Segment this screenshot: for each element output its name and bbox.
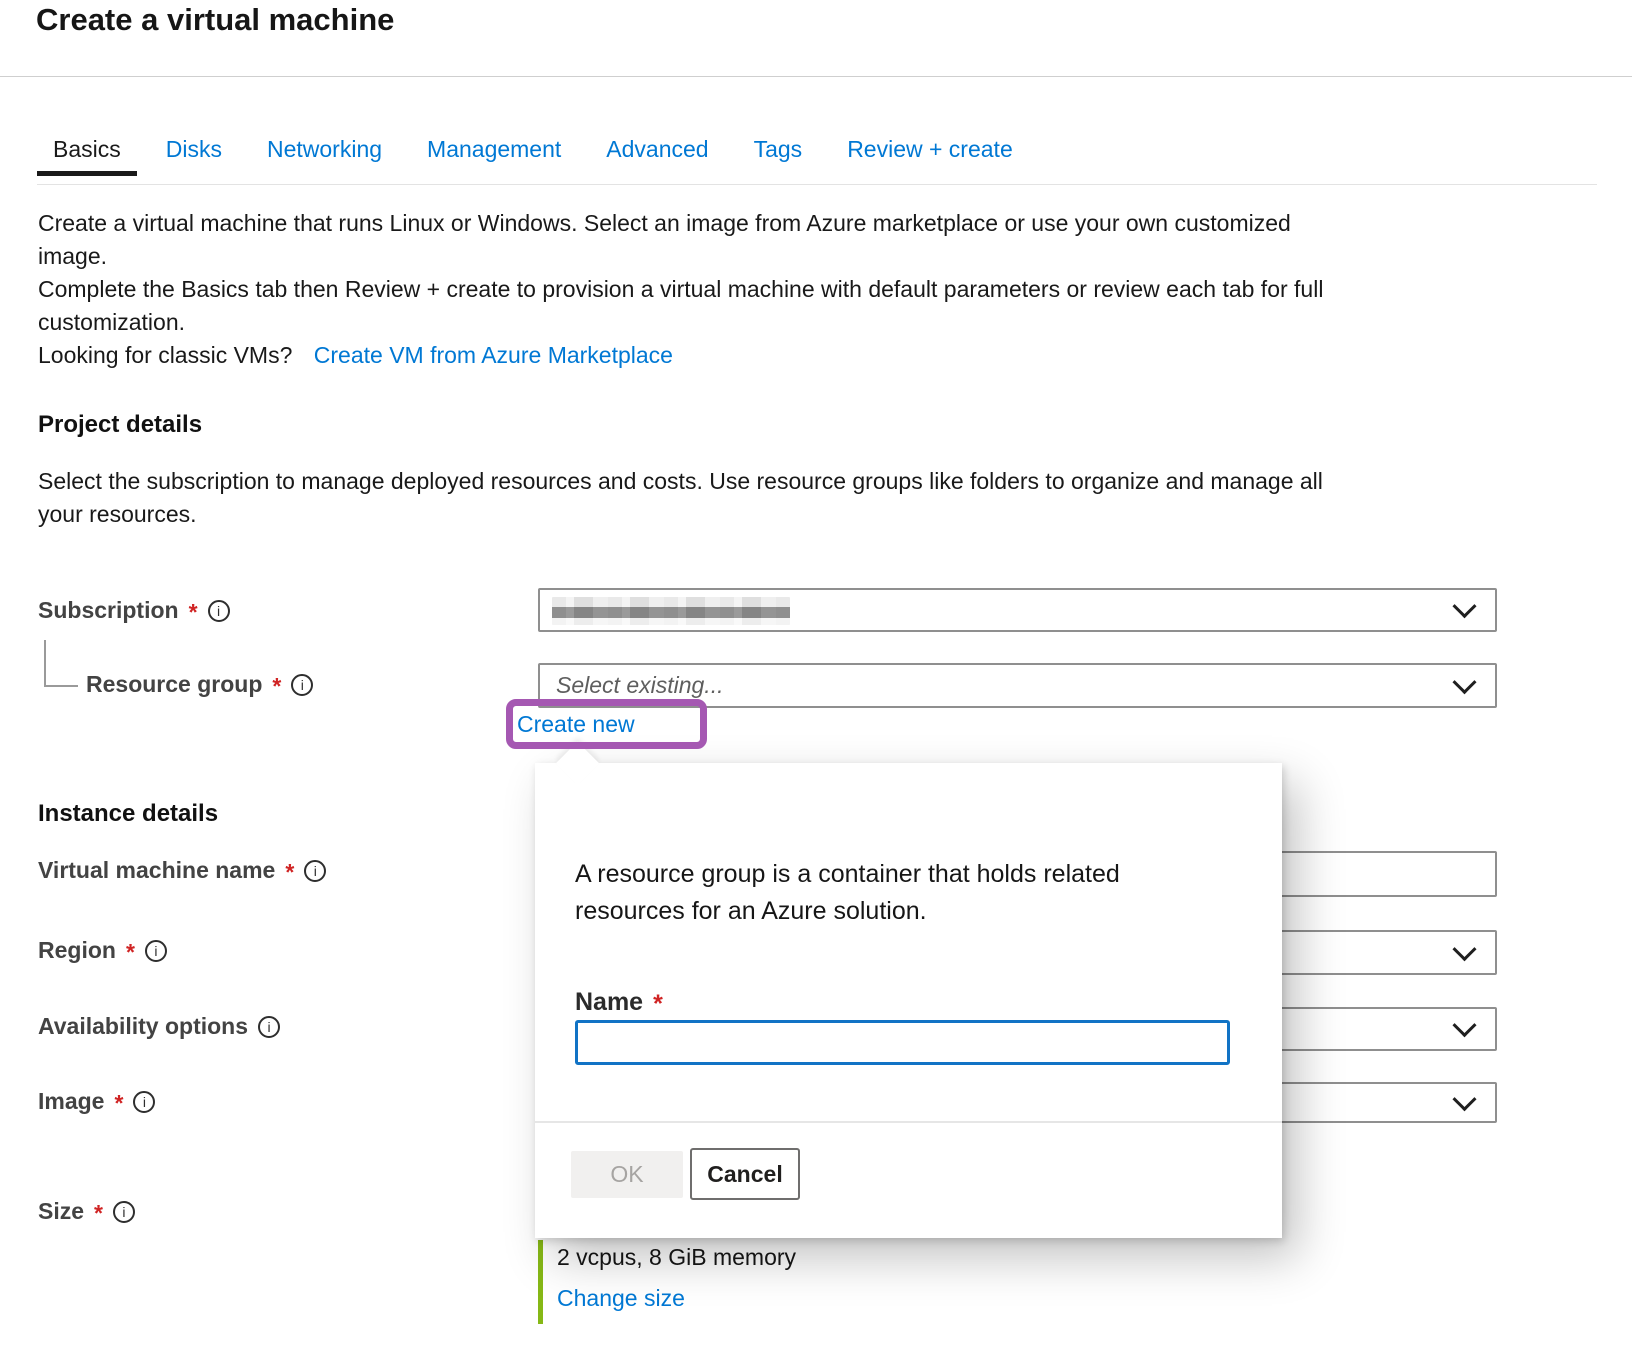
resource-group-label: Resource group * i [86, 671, 313, 698]
info-icon[interactable]: i [291, 674, 313, 696]
required-marker: * [94, 1200, 103, 1227]
tab-tags[interactable]: Tags [738, 128, 819, 176]
tab-disks[interactable]: Disks [150, 128, 238, 176]
availability-options-label: Availability options i [38, 1013, 280, 1040]
name-label: Name * [575, 988, 663, 1017]
required-marker: * [126, 939, 135, 966]
project-details-description: Select the subscription to manage deploy… [38, 465, 1323, 531]
classic-vms-prompt: Looking for classic VMs? [38, 342, 292, 368]
intro-line: Create a virtual machine that runs Linux… [38, 207, 1323, 240]
intro-line: customization. [38, 306, 1323, 339]
info-icon[interactable]: i [133, 1091, 155, 1113]
tab-advanced[interactable]: Advanced [590, 128, 724, 176]
subscription-label: Subscription * i [38, 597, 230, 624]
tab-basics[interactable]: Basics [37, 128, 137, 176]
tab-bar: Basics Disks Networking Management Advan… [37, 128, 1029, 176]
title-divider [0, 76, 1632, 77]
create-resource-group-dialog: A resource group is a container that hol… [535, 763, 1282, 1238]
hierarchy-connector-vertical [44, 640, 46, 687]
annotation-highlight-box [506, 699, 707, 749]
chevron-down-icon [1452, 1087, 1476, 1111]
image-label: Image * i [38, 1088, 155, 1115]
subscription-dropdown[interactable] [538, 588, 1497, 632]
required-marker: * [285, 859, 294, 886]
instance-details-heading: Instance details [38, 800, 218, 828]
dialog-description: A resource group is a container that hol… [575, 856, 1120, 930]
required-marker: * [272, 673, 281, 700]
intro-classic-row: Looking for classic VMs? Create VM from … [38, 339, 1323, 372]
project-details-heading: Project details [38, 411, 202, 439]
chevron-down-icon [1452, 1013, 1476, 1037]
tab-review-create[interactable]: Review + create [831, 128, 1029, 176]
tab-management[interactable]: Management [411, 128, 577, 176]
intro-line: image. [38, 240, 1323, 273]
vm-name-label: Virtual machine name * i [38, 857, 326, 884]
subscription-value-redacted [552, 597, 790, 625]
required-marker: * [189, 599, 198, 626]
info-icon[interactable]: i [304, 860, 326, 882]
size-label: Size * i [38, 1198, 135, 1225]
page-title: Create a virtual machine [36, 2, 394, 38]
chevron-down-icon [1452, 937, 1476, 961]
region-label: Region * i [38, 937, 167, 964]
required-marker: * [653, 990, 663, 1019]
required-marker: * [114, 1090, 123, 1117]
tabs-divider [37, 184, 1597, 185]
dialog-footer-divider [535, 1121, 1282, 1123]
create-vm-marketplace-link[interactable]: Create VM from Azure Marketplace [314, 342, 673, 368]
create-vm-page: Create a virtual machine Basics Disks Ne… [0, 0, 1632, 1368]
size-accent-bar [538, 1240, 543, 1324]
size-summary: 2 vcpus, 8 GiB memory [557, 1244, 796, 1271]
intro-line: Complete the Basics tab then Review + cr… [38, 273, 1323, 306]
info-icon[interactable]: i [208, 600, 230, 622]
intro-text: Create a virtual machine that runs Linux… [38, 207, 1323, 372]
cancel-button[interactable]: Cancel [690, 1148, 800, 1200]
ok-button[interactable]: OK [571, 1151, 683, 1198]
tab-networking[interactable]: Networking [251, 128, 398, 176]
info-icon[interactable]: i [113, 1201, 135, 1223]
info-icon[interactable]: i [145, 940, 167, 962]
resource-group-name-input[interactable] [575, 1020, 1230, 1065]
change-size-link[interactable]: Change size [557, 1285, 685, 1312]
hierarchy-connector-horizontal [44, 685, 78, 687]
info-icon[interactable]: i [258, 1016, 280, 1038]
chevron-down-icon [1452, 594, 1476, 618]
